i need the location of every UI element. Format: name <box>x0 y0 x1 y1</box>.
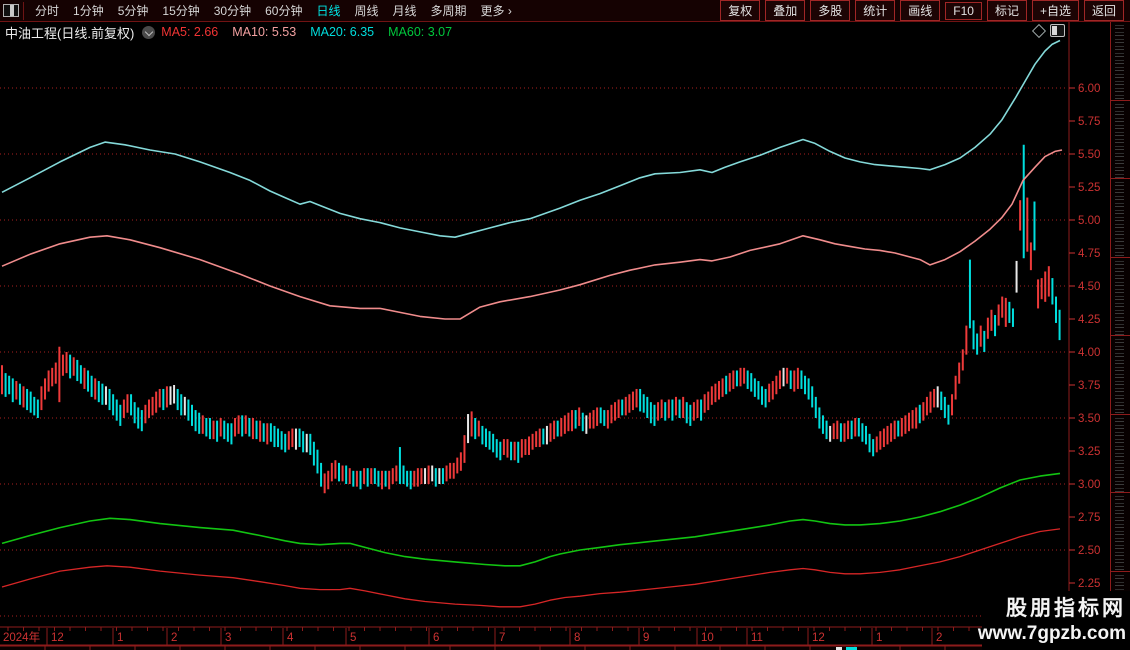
svg-text:11: 11 <box>751 632 763 644</box>
price-axis: 6.00 5.75 5.50 5.25 5.00 4.75 4.50 4.25 4.00 3.75… <box>1068 22 1100 650</box>
toolbar-button[interactable]: F10 <box>945 1 982 20</box>
diamond-icon[interactable] <box>1031 23 1047 38</box>
right-sidebar-segment[interactable] <box>1111 179 1130 258</box>
time-axis: 12 1 2 3 4 5 6 7 8 9 10 11 12 1 22024年 <box>0 626 1110 646</box>
svg-text:2.25: 2.25 <box>1078 578 1100 590</box>
svg-text:5.00: 5.00 <box>1078 215 1100 227</box>
toolbar-button[interactable]: 叠加 <box>765 0 806 21</box>
period-tab[interactable]: 30分钟 <box>207 0 258 22</box>
svg-text:2.50: 2.50 <box>1078 545 1100 557</box>
svg-text:6.00: 6.00 <box>1078 83 1100 95</box>
toolbar-separator <box>23 1 24 20</box>
svg-text:3: 3 <box>225 632 231 644</box>
period-tab[interactable]: 多周期 <box>424 0 474 22</box>
right-sidebar-segment[interactable] <box>1111 100 1130 179</box>
svg-text:4: 4 <box>287 632 294 644</box>
svg-text:5: 5 <box>350 632 356 644</box>
period-tabs: 分时 1分钟 5分钟 15分钟 30分钟 60分钟 日线 周线 月线 多周期 更多 › <box>28 0 519 21</box>
period-tab[interactable]: 15分钟 <box>155 0 206 22</box>
ma-line-ma60 <box>1 472 1061 567</box>
svg-text:9: 9 <box>643 632 649 644</box>
chart-corner-icons <box>1031 23 1065 38</box>
ma-line-ma20 <box>1 39 1061 238</box>
right-sidebar-segment[interactable] <box>1111 22 1130 101</box>
top-toolbar: 分时 1分钟 5分钟 15分钟 30分钟 60分钟 日线 周线 月线 多周期 更多 › 复权 叠加 多股… <box>0 0 1130 22</box>
right-sidebar[interactable] <box>1110 22 1130 650</box>
chevron-down-icon[interactable] <box>142 25 156 39</box>
svg-text:10: 10 <box>701 632 714 644</box>
svg-text:3.50: 3.50 <box>1078 413 1100 425</box>
svg-text:4.75: 4.75 <box>1078 248 1100 260</box>
svg-text:1: 1 <box>876 632 882 644</box>
symbol-title: 中油工程(日线.前复权) <box>5 25 135 41</box>
toolbar-button[interactable]: 画线 <box>900 0 941 21</box>
period-tab[interactable]: 5分钟 <box>111 0 156 22</box>
period-tab[interactable]: 周线 <box>347 0 385 22</box>
toolbar-actions: 复权 叠加 多股 统计 画线 F10 标记 +自选 返回 <box>720 0 1130 21</box>
toolbar-button[interactable]: 多股 <box>810 0 851 21</box>
period-tab[interactable]: 60分钟 <box>258 0 309 22</box>
kline-chart-canvas[interactable]: 6.00 5.75 5.50 5.25 5.00 4.75 4.50 4.25 4.00 3.75… <box>0 0 1130 650</box>
svg-text:5.50: 5.50 <box>1078 149 1100 161</box>
bottom-partial-strip <box>0 645 1110 650</box>
svg-text:5.75: 5.75 <box>1078 116 1100 128</box>
toolbar-button[interactable]: 复权 <box>720 0 761 21</box>
split-pane-icon[interactable] <box>1050 24 1065 37</box>
toolbar-button[interactable]: 标记 <box>986 0 1027 21</box>
right-sidebar-segment[interactable] <box>1111 414 1130 493</box>
svg-text:6: 6 <box>433 632 439 644</box>
period-tab[interactable]: 更多 › <box>474 0 519 22</box>
svg-text:3.00: 3.00 <box>1078 479 1100 491</box>
ma-line-ma5 <box>1 528 1061 608</box>
right-sidebar-segment[interactable] <box>1111 257 1130 336</box>
ma-legend-item: MA10: 5.53 <box>232 25 297 39</box>
right-sidebar-segment[interactable] <box>1111 336 1130 415</box>
svg-text:8: 8 <box>574 632 580 644</box>
period-tab[interactable]: 日线 <box>309 0 347 22</box>
right-sidebar-segment[interactable] <box>1111 493 1130 572</box>
svg-text:3.25: 3.25 <box>1078 446 1100 458</box>
period-tab[interactable]: 1分钟 <box>66 0 111 22</box>
ma-line-ma10 <box>1 149 1063 320</box>
svg-text:12: 12 <box>51 632 64 644</box>
period-tab[interactable]: 分时 <box>28 0 66 22</box>
watermark: 股朋指标网 www.7gpzb.com <box>978 591 1130 650</box>
ma-legend: MA5: 2.66 MA10: 5.53 MA20: 6.35 MA60: 3.07 <box>161 25 452 39</box>
watermark-site-url: www.7gpzb.com <box>977 622 1126 644</box>
svg-text:4.00: 4.00 <box>1078 347 1100 359</box>
toolbar-button[interactable]: 返回 <box>1083 0 1124 21</box>
svg-text:5.25: 5.25 <box>1078 182 1100 194</box>
title-row: 中油工程(日线.前复权) MA5: 2.66 MA10: 5.53 MA20: 6.… <box>5 24 452 41</box>
svg-text:2: 2 <box>171 632 177 644</box>
svg-text:4.25: 4.25 <box>1078 314 1100 326</box>
window-split-icon[interactable] <box>3 4 19 17</box>
svg-text:1: 1 <box>117 632 123 644</box>
ma-legend-item: MA5: 2.66 <box>161 25 219 39</box>
ma-legend-item: MA20: 6.35 <box>310 25 375 39</box>
svg-text:4.50: 4.50 <box>1078 281 1100 293</box>
svg-text:2024年: 2024年 <box>3 630 40 644</box>
candles-layer <box>1 144 1061 494</box>
period-tab[interactable]: 月线 <box>386 0 424 22</box>
svg-text:7: 7 <box>499 632 505 644</box>
svg-text:3.75: 3.75 <box>1078 380 1100 392</box>
svg-text:12: 12 <box>812 632 825 644</box>
ma-legend-item: MA60: 3.07 <box>388 25 453 39</box>
watermark-site-name: 股朋指标网 <box>1006 596 1126 620</box>
toolbar-button[interactable]: +自选 <box>1031 0 1079 21</box>
svg-text:2.75: 2.75 <box>1078 512 1100 524</box>
toolbar-button[interactable]: 统计 <box>855 0 896 21</box>
svg-text:2: 2 <box>936 632 942 644</box>
